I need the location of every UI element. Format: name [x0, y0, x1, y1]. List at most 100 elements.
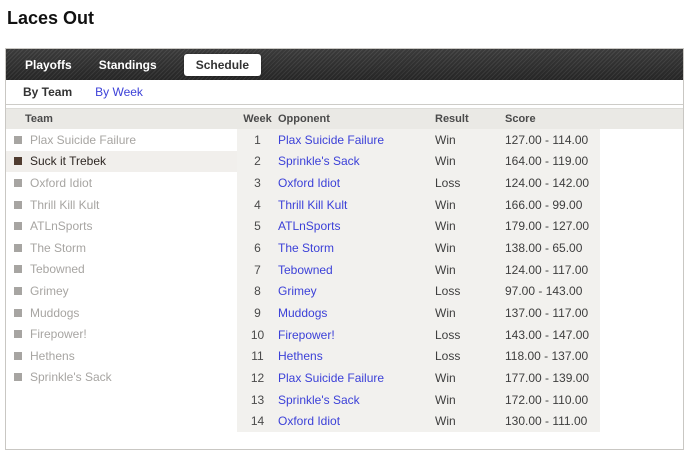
opponent-link[interactable]: Sprinkle's Sack: [278, 393, 435, 407]
column-header-result: Result: [435, 113, 469, 125]
opponent-link[interactable]: Oxford Idiot: [278, 176, 435, 190]
sidebar-team-item[interactable]: Hethens: [6, 345, 237, 367]
opponent-link[interactable]: ATLnSports: [278, 219, 435, 233]
team-bullet-icon: [14, 178, 22, 187]
team-name: Plax Suicide Failure: [30, 132, 137, 147]
team-name: Grimey: [30, 283, 69, 298]
team-bullet-icon: [14, 373, 22, 382]
week-number: 6: [254, 241, 261, 256]
team-name: Suck it Trebek: [30, 154, 107, 169]
week-number: 14: [250, 414, 265, 429]
team-name: Muddogs: [30, 305, 80, 320]
week-number: 8: [254, 284, 261, 299]
opponent-link[interactable]: Plax Suicide Failure: [278, 133, 435, 147]
week-number: 4: [254, 197, 261, 212]
score-value: 97.00 - 143.00: [505, 284, 583, 299]
opponent-link[interactable]: Hethens: [278, 349, 435, 363]
sidebar-team-item[interactable]: Sprinkle's Sack: [6, 367, 237, 389]
week-number: 12: [250, 370, 265, 385]
sidebar-team-item[interactable]: The Storm: [6, 237, 237, 259]
result-value: Win: [435, 132, 456, 147]
team-bullet-icon: [14, 243, 22, 252]
opponent-link[interactable]: The Storm: [278, 241, 435, 255]
result-value: Loss: [435, 284, 461, 299]
team-bullet-icon: [14, 222, 22, 231]
result-value: Win: [435, 197, 456, 212]
tab-schedule[interactable]: Schedule: [183, 53, 262, 76]
team-bullet-icon: [14, 308, 22, 317]
page-title: Laces Out: [7, 8, 95, 28]
score-value: 164.00 - 119.00: [505, 154, 589, 169]
schedule-row: 9 Muddogs Win 137.00 - 117.00: [237, 302, 600, 324]
schedule-row: 4 Thrill Kill Kult Win 166.00 - 99.00: [237, 194, 600, 216]
team-bullet-icon: [14, 157, 22, 166]
score-value: 130.00 - 111.00: [505, 414, 588, 429]
tab-playoffs[interactable]: Playoffs: [25, 58, 72, 72]
schedule-row: 5 ATLnSports Win 179.00 - 127.00: [237, 216, 600, 238]
column-header-week: Week: [243, 113, 272, 125]
team-name: Firepower!: [30, 327, 87, 342]
sidebar-team-item[interactable]: Oxford Idiot: [6, 172, 237, 194]
score-value: 138.00 - 65.00: [505, 241, 583, 256]
tab-standings[interactable]: Standings: [99, 58, 157, 72]
column-header-opponent: Opponent: [278, 113, 330, 125]
sidebar-team-item[interactable]: Grimey: [6, 280, 237, 302]
team-list: Plax Suicide Failure Suck it Trebek Oxfo…: [6, 129, 237, 388]
sidebar-team-item[interactable]: Plax Suicide Failure: [6, 129, 237, 151]
column-header-row: Team Week Opponent Result Score: [6, 108, 683, 129]
opponent-link[interactable]: Firepower!: [278, 328, 435, 342]
team-bullet-icon: [14, 330, 22, 339]
week-number: 13: [250, 392, 265, 407]
sidebar-team-item[interactable]: Thrill Kill Kult: [6, 194, 237, 216]
schedule-row: 7 Tebowned Win 124.00 - 117.00: [237, 259, 600, 281]
week-number: 9: [254, 305, 261, 320]
sidebar-team-item[interactable]: Suck it Trebek: [6, 150, 237, 173]
schedule-row: 6 The Storm Win 138.00 - 65.00: [237, 237, 600, 259]
sidebar-team-item[interactable]: ATLnSports: [6, 215, 237, 237]
week-number: 7: [254, 262, 261, 277]
schedule-row: 13 Sprinkle's Sack Win 172.00 - 110.00: [237, 389, 600, 411]
opponent-link[interactable]: Muddogs: [278, 306, 435, 320]
opponent-link[interactable]: Oxford Idiot: [278, 414, 435, 428]
team-name: Hethens: [30, 348, 75, 363]
subnav-by-week[interactable]: By Week: [95, 85, 143, 99]
page: Laces Out Playoffs Standings Schedule By…: [0, 0, 689, 457]
subnav-by-team[interactable]: By Team: [23, 85, 72, 99]
team-bullet-icon: [14, 351, 22, 360]
week-number: 2: [254, 154, 261, 169]
opponent-link[interactable]: Grimey: [278, 284, 435, 298]
schedule-row: 10 Firepower! Loss 143.00 - 147.00: [237, 324, 600, 346]
opponent-link[interactable]: Plax Suicide Failure: [278, 371, 435, 385]
column-header-team: Team: [25, 113, 53, 125]
opponent-link[interactable]: Sprinkle's Sack: [278, 154, 435, 168]
schedule-row: 11 Hethens Loss 118.00 - 137.00: [237, 345, 600, 367]
result-value: Win: [435, 262, 456, 277]
league-panel: Playoffs Standings Schedule By Team By W…: [5, 48, 684, 450]
tab-bar: Playoffs Standings Schedule: [6, 49, 683, 80]
sidebar-team-item[interactable]: Muddogs: [6, 302, 237, 324]
result-value: Win: [435, 154, 456, 169]
opponent-link[interactable]: Tebowned: [278, 263, 435, 277]
score-value: 127.00 - 114.00: [505, 132, 589, 147]
result-value: Win: [435, 305, 456, 320]
week-number: 1: [254, 132, 261, 147]
result-value: Win: [435, 392, 456, 407]
content-area: Plax Suicide Failure Suck it Trebek Oxfo…: [6, 129, 683, 432]
score-value: 177.00 - 139.00: [505, 370, 590, 385]
result-value: Win: [435, 241, 456, 256]
sidebar-team-item[interactable]: Firepower!: [6, 323, 237, 345]
score-value: 143.00 - 147.00: [505, 327, 590, 342]
team-sidebar: Plax Suicide Failure Suck it Trebek Oxfo…: [6, 129, 237, 432]
opponent-link[interactable]: Thrill Kill Kult: [278, 198, 435, 212]
schedule-row: 8 Grimey Loss 97.00 - 143.00: [237, 280, 600, 302]
team-name: Tebowned: [30, 262, 85, 277]
schedule-row: 14 Oxford Idiot Win 130.00 - 111.00: [237, 410, 600, 432]
schedule-table: 1 Plax Suicide Failure Win 127.00 - 114.…: [237, 129, 600, 432]
result-value: Win: [435, 414, 456, 429]
team-bullet-icon: [14, 286, 22, 295]
result-value: Loss: [435, 349, 461, 364]
sidebar-team-item[interactable]: Tebowned: [6, 259, 237, 281]
result-value: Loss: [435, 176, 461, 191]
schedule-row: 12 Plax Suicide Failure Win 177.00 - 139…: [237, 367, 600, 389]
result-value: Loss: [435, 327, 461, 342]
